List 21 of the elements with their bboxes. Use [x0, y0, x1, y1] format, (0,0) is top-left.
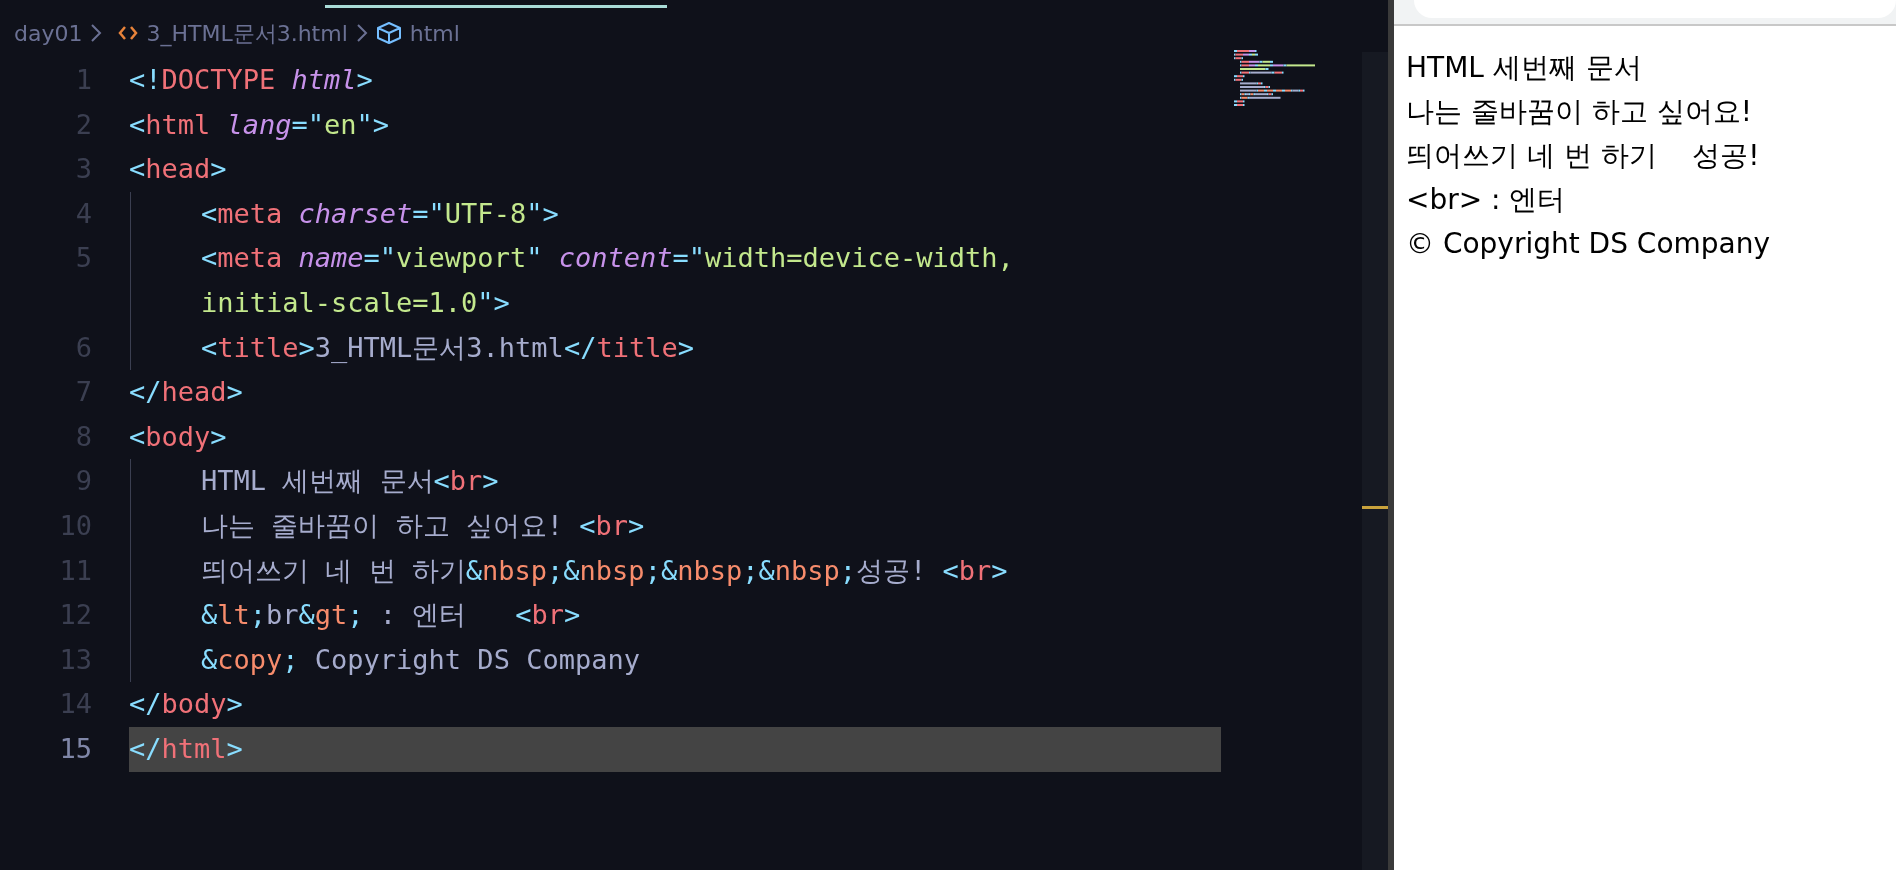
chevron-icon	[90, 23, 103, 43]
breadcrumb-item[interactable]: day01	[14, 16, 83, 50]
code-line: </body>	[129, 687, 244, 722]
breadcrumb-item[interactable]: 3_HTML문서3.html	[146, 16, 348, 50]
scrollbar-track[interactable]	[1362, 52, 1388, 870]
code-brackets-icon	[118, 25, 139, 41]
code-line: <body>	[129, 419, 228, 454]
cube-icon	[375, 21, 402, 45]
scrollbar-marker	[1362, 506, 1388, 509]
chevron-icon	[355, 23, 368, 43]
line-number: 15	[58, 731, 92, 766]
preview-text: 나는 줄바꿈이 하고 싶어요!	[1406, 94, 1753, 130]
preview-text: 띄어쓰기 네 번 하기 성공!	[1406, 138, 1761, 174]
code-line: </head>	[129, 375, 244, 410]
code-line: <html lang="en">	[129, 107, 391, 142]
code-line: <head>	[129, 152, 228, 187]
preview-text: © Copyright DS Company	[1406, 226, 1772, 262]
code-line: <!DOCTYPE html>	[129, 63, 374, 98]
preview-text: <br> : 엔터	[1406, 182, 1567, 218]
breadcrumb-item[interactable]: html	[409, 16, 460, 50]
preview-text: HTML 세번째 문서	[1406, 50, 1643, 86]
